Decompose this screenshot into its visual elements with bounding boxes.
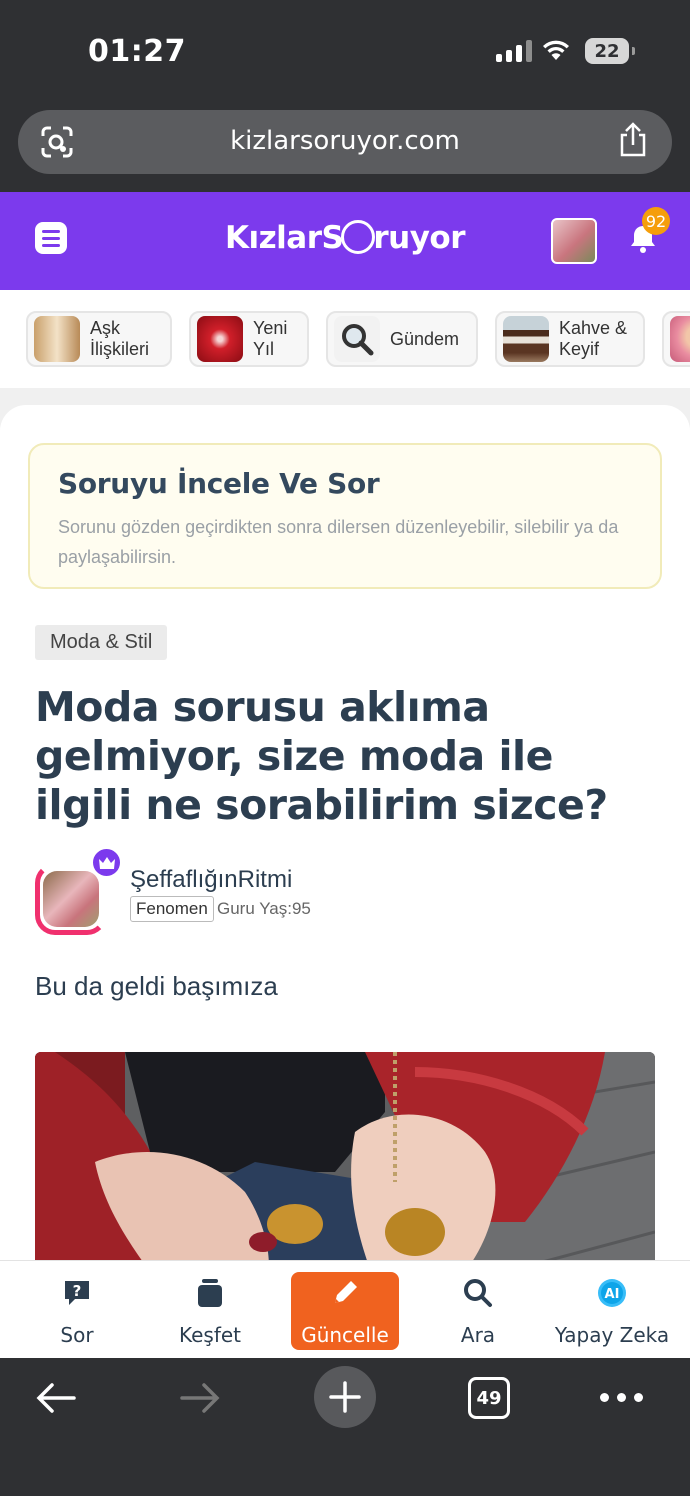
logo-ring <box>341 220 376 254</box>
tab-label: Sor <box>60 1323 94 1347</box>
question-title: Moda sorusu aklıma gelmiyor, size moda i… <box>35 683 608 829</box>
author-avatar-image <box>43 871 99 927</box>
notice-title: Soruyu İncele Ve Sor <box>58 467 380 500</box>
tab-kesfet[interactable]: Keşfet <box>150 1261 270 1359</box>
category-label: Kahve & Keyif <box>559 318 628 359</box>
tab-sor[interactable]: ? Sor <box>17 1261 137 1359</box>
category-label: Gündem <box>390 328 460 349</box>
question-body: Bu da geldi başımıza <box>35 971 278 1001</box>
status-time: 01:27 <box>88 34 186 69</box>
category-tag[interactable]: Moda & Stil <box>35 625 168 660</box>
profile-avatar[interactable] <box>551 218 597 264</box>
author-level: Guru Yaş:95 <box>217 899 311 918</box>
tab-label: Ara <box>460 1323 496 1347</box>
logo-text-right: ruyor <box>373 220 465 256</box>
tab-label: Yapay Zeka <box>554 1323 670 1347</box>
tab-yapay-zeka[interactable]: AI Yapay Zeka <box>551 1261 673 1359</box>
forward-arrow-icon[interactable] <box>178 1376 222 1420</box>
category-thumbnail <box>34 316 80 362</box>
author-name[interactable]: ŞeffaflığınRitmi <box>130 866 292 894</box>
question-photo[interactable] <box>35 1052 655 1292</box>
category-thumbnail <box>197 316 243 362</box>
back-arrow-icon[interactable] <box>34 1376 78 1420</box>
search-icon <box>334 316 380 362</box>
main-content: Soruyu İncele Ve Sor Sorunu gözden geçir… <box>0 388 690 1292</box>
tab-ara[interactable]: Ara <box>418 1261 538 1359</box>
photo-illustration <box>35 1052 655 1292</box>
tab-guncelle[interactable]: Güncelle <box>291 1261 399 1359</box>
wifi-icon <box>543 40 569 60</box>
question-card: Soruyu İncele Ve Sor Sorunu gözden geçir… <box>0 405 690 1292</box>
category-chip-more[interactable] <box>662 311 690 367</box>
tabs-button[interactable]: 49 <box>468 1377 510 1419</box>
status-bar: 01:27 22 <box>0 0 690 100</box>
ai-icon: AI <box>598 1279 626 1307</box>
cards-icon <box>198 1279 222 1307</box>
url-text[interactable]: kizlarsoruyor.com <box>18 126 672 156</box>
signal-icon <box>496 40 532 62</box>
author-badge: Fenomen <box>130 896 214 922</box>
question-icon: ? <box>65 1281 89 1305</box>
plus-icon <box>329 1381 361 1413</box>
category-strip: Aşk İlişkileri Yeni Yıl Gündem Kahve & K… <box>0 290 690 388</box>
svg-text:AI: AI <box>605 1287 620 1302</box>
battery-indicator: 22 <box>585 38 635 64</box>
logo-text-left: Kızlar <box>224 220 322 256</box>
bottom-tab-bar: ? Sor Keşfet Güncelle Ara AI Yapay Zeka <box>0 1260 690 1358</box>
more-icon[interactable] <box>600 1393 643 1402</box>
browser-toolbar: 49 <box>0 1358 690 1496</box>
category-label: Aşk İlişkileri <box>90 318 150 359</box>
tab-label: Keşfet <box>178 1323 242 1347</box>
logo-text-s: S <box>321 220 344 256</box>
search-icon <box>464 1279 492 1307</box>
svg-text:?: ? <box>73 1282 82 1300</box>
category-thumbnail <box>503 316 549 362</box>
category-chip-kahve[interactable]: Kahve & Keyif <box>495 311 645 367</box>
pencil-icon <box>335 1281 357 1303</box>
tab-label: Güncelle <box>301 1323 389 1347</box>
address-bar[interactable]: kizlarsoruyor.com <box>18 110 672 174</box>
site-header: KızlarS ruyor 92 <box>0 192 690 290</box>
crown-icon <box>91 847 122 878</box>
category-thumbnail <box>670 316 690 362</box>
notice-text: Sorunu gözden geçirdikten sonra dilersen… <box>58 517 619 567</box>
notification-count: 92 <box>642 207 670 235</box>
category-chip-ask[interactable]: Aşk İlişkileri <box>26 311 172 367</box>
share-icon[interactable] <box>618 122 648 158</box>
review-notice: Soruyu İncele Ve Sor Sorunu gözden geçir… <box>28 443 662 589</box>
category-label: Yeni Yıl <box>253 318 288 359</box>
category-chip-gundem[interactable]: Gündem <box>326 311 478 367</box>
category-chip-yeni-yil[interactable]: Yeni Yıl <box>189 311 309 367</box>
new-tab-button[interactable] <box>314 1366 376 1428</box>
